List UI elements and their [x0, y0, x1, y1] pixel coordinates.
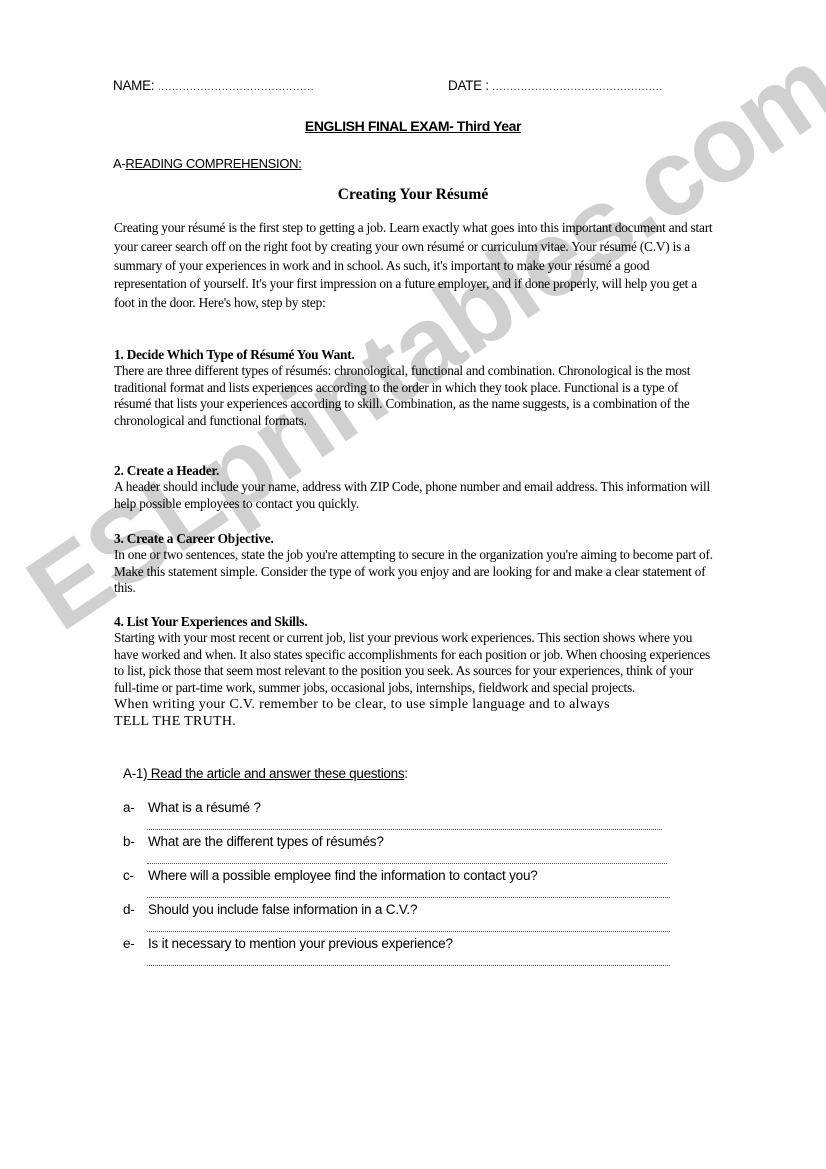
question-text: Where will a possible employee find the … [148, 868, 538, 883]
date-blank[interactable]: ........................................… [492, 81, 663, 93]
question-text: What are the different types of résumés? [148, 834, 384, 849]
answer-line[interactable] [147, 921, 670, 932]
question-item: c- Where will a possible employee find th… [123, 868, 538, 883]
article-section: 1. Decide Which Type of Résumé You Want.… [114, 346, 714, 429]
name-blank[interactable]: ........................................… [158, 81, 314, 93]
question-label: b- [123, 834, 135, 849]
answer-line[interactable] [147, 955, 670, 966]
article-intro: Creating your résumé is the first step t… [114, 220, 713, 311]
question-label: a- [123, 800, 135, 815]
section-heading: A-READING COMPREHENSION: [113, 156, 302, 171]
article-section: 2. Create a Header. A header should incl… [114, 462, 714, 512]
section-heading-3: 3. Create a Career Objective. [114, 531, 274, 546]
name-label: NAME: [113, 78, 155, 93]
section-text-3: In one or two sentences, state the job y… [114, 547, 713, 596]
answer-line[interactable] [147, 853, 667, 864]
closing-emphasis: TELL THE TRUTH. [114, 714, 237, 730]
question-text: Should you include false information in … [148, 902, 418, 917]
date-field: DATE : .................................… [448, 78, 663, 93]
questions-prefix: A-1) [123, 766, 148, 781]
section-text-4: Starting with your most recent or curren… [114, 630, 711, 695]
section-label: READING COMPREHENSION: [125, 156, 302, 171]
worksheet-page: ESLprintables.com NAME: ................… [0, 0, 826, 1169]
question-label: d- [123, 902, 135, 917]
answer-line[interactable] [147, 887, 670, 898]
question-item: e- Is it necessary to mention your previo… [123, 936, 453, 951]
question-label: c- [123, 868, 134, 883]
section-heading-4: 4. List Your Experiences and Skills. [114, 614, 308, 629]
section-heading-2: 2. Create a Header. [114, 463, 220, 478]
questions-text: Read the article and answer these questi… [147, 766, 405, 781]
section-text-1: There are three different types of résum… [114, 363, 691, 428]
name-field: NAME: ..................................… [113, 78, 314, 93]
question-text: Is it necessary to mention your previous… [148, 936, 453, 951]
section-text-2: A header should include your name, addre… [114, 479, 710, 511]
questions-suffix: : [404, 766, 408, 781]
question-item: d- Should you include false information i… [123, 902, 417, 917]
article-section: 4. List Your Experiences and Skills. Sta… [114, 613, 714, 730]
closing-line: When writing your C.V. remember to be cl… [114, 697, 610, 713]
section-prefix: A- [113, 156, 126, 171]
answer-line[interactable] [147, 819, 662, 830]
date-label: DATE : [448, 78, 489, 93]
questions-instruction: A-1) Read the article and answer these q… [123, 766, 408, 781]
question-label: e- [123, 936, 135, 951]
question-item: a- What is a résumé ? [123, 800, 261, 815]
question-item: b- What are the different types of résumé… [123, 834, 384, 849]
section-heading-1: 1. Decide Which Type of Résumé You Want. [114, 347, 355, 362]
article-title: Creating Your Résumé [337, 186, 489, 203]
question-text: What is a résumé ? [148, 800, 261, 815]
exam-title: ENGLISH FINAL EXAM- Third Year [304, 118, 522, 134]
article-section: 3. Create a Career Objective. In one or … [114, 530, 714, 597]
